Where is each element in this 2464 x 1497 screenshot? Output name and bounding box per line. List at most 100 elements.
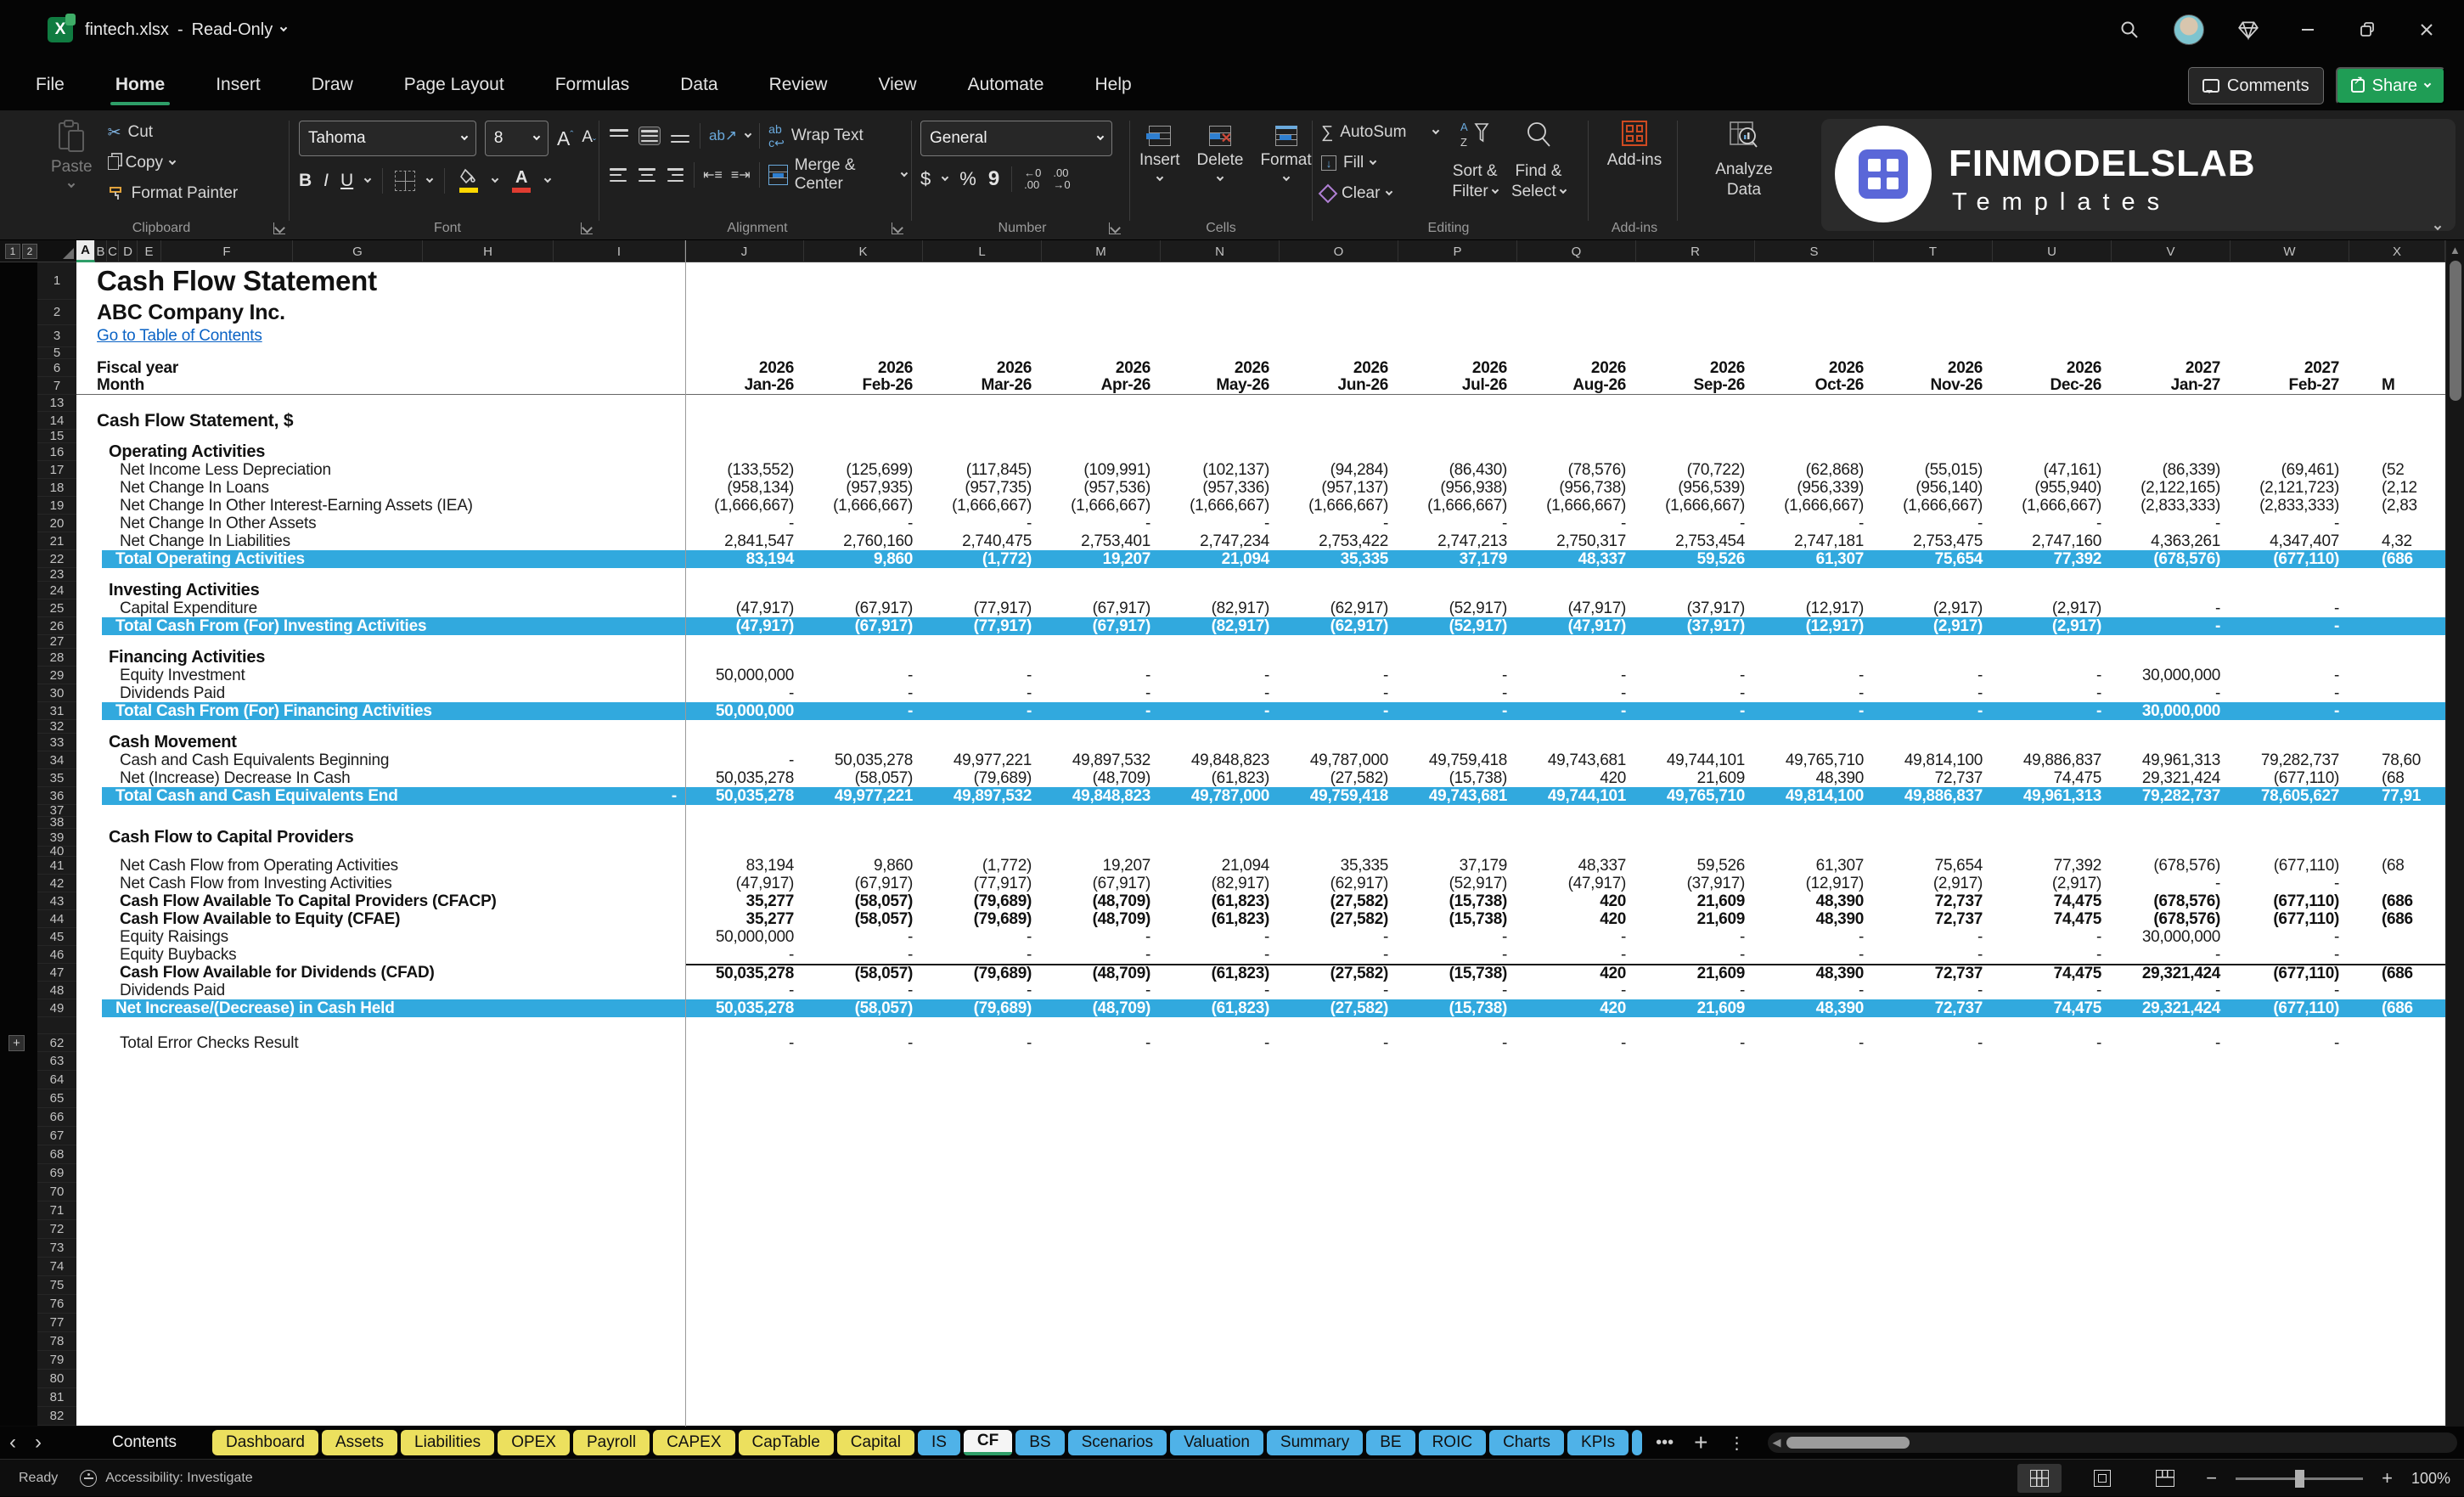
cell[interactable]: 420 — [1517, 910, 1636, 928]
cell[interactable]: (58,057) — [804, 769, 923, 787]
cell[interactable]: (15,738) — [1398, 965, 1517, 982]
row-header[interactable]: 17 — [37, 461, 76, 479]
cell[interactable]: (47,917) — [685, 875, 804, 892]
cell[interactable]: - — [923, 667, 1042, 684]
cell[interactable]: (61,823) — [1161, 999, 1280, 1017]
cell[interactable]: - — [1874, 702, 1993, 720]
cell[interactable] — [2349, 684, 2445, 702]
cell[interactable]: (102,137) — [1161, 461, 1280, 479]
cell[interactable]: (82,917) — [1161, 599, 1280, 617]
cell[interactable]: - — [685, 751, 804, 769]
align-middle-icon[interactable] — [639, 127, 661, 145]
row-label[interactable]: Go to Table of Contents — [76, 325, 685, 347]
cell[interactable]: (37,917) — [1636, 875, 1755, 892]
cell[interactable]: - — [1280, 702, 1398, 720]
row-header[interactable]: 34 — [37, 751, 76, 769]
sheet-tab-charts[interactable]: Charts — [1489, 1430, 1564, 1455]
horizontal-scrollbar[interactable]: ◀ — [1768, 1432, 2457, 1453]
ribbon-tab-data[interactable]: Data — [678, 71, 719, 98]
sheet-tab-cf[interactable]: CF — [964, 1430, 1012, 1455]
cell[interactable]: (677,110) — [2231, 769, 2349, 787]
cell[interactable]: (58,057) — [804, 965, 923, 982]
cell[interactable]: 420 — [1517, 965, 1636, 982]
row-header[interactable]: 63 — [37, 1052, 76, 1071]
cell[interactable]: 48,390 — [1755, 910, 1874, 928]
cell[interactable]: 48,390 — [1755, 769, 1874, 787]
row-header[interactable]: 18 — [37, 479, 76, 497]
cell[interactable]: 50,035,278 — [804, 751, 923, 769]
cell[interactable]: - — [923, 515, 1042, 532]
ribbon-tab-home[interactable]: Home — [114, 71, 166, 98]
cell[interactable]: 49,886,837 — [1874, 787, 1993, 805]
sheet-tab-bs[interactable]: BS — [1015, 1430, 1064, 1455]
column-header-F[interactable]: F — [161, 240, 293, 262]
cell[interactable]: - — [1517, 702, 1636, 720]
cell[interactable]: - — [1398, 928, 1517, 946]
cell[interactable]: (52,917) — [1398, 599, 1517, 617]
cell[interactable]: 2,740,475 — [923, 532, 1042, 550]
scroll-up-icon[interactable]: ▲ — [2450, 244, 2461, 256]
cell[interactable]: (12,917) — [1755, 599, 1874, 617]
column-header-V[interactable]: V — [2112, 240, 2231, 262]
row-label[interactable]: Cash Flow Statement — [76, 262, 685, 300]
cell[interactable]: 30,000,000 — [2112, 702, 2231, 720]
cell[interactable]: (2,917) — [1993, 617, 2112, 635]
row-header[interactable]: 1 — [37, 262, 76, 300]
cell[interactable]: M — [2349, 377, 2445, 394]
cell[interactable]: - — [1280, 928, 1398, 946]
cell[interactable]: 49,886,837 — [1993, 751, 2112, 769]
cell[interactable]: - — [1280, 667, 1398, 684]
cell[interactable]: - — [1636, 1034, 1755, 1052]
row-header[interactable]: 46 — [37, 946, 76, 964]
row-header[interactable]: 24 — [37, 582, 76, 599]
cell[interactable]: 74,475 — [1993, 965, 2112, 982]
cell[interactable]: 21,094 — [1161, 550, 1280, 568]
row-header[interactable]: 31 — [37, 702, 76, 720]
cell[interactable]: (94,284) — [1280, 461, 1398, 479]
row-header[interactable]: 68 — [37, 1145, 76, 1164]
cell[interactable]: 21,609 — [1636, 892, 1755, 910]
sheet-tab-capex[interactable]: CAPEX — [653, 1430, 734, 1455]
number-format-select[interactable]: General — [920, 121, 1112, 156]
row-label[interactable]: ABC Company Inc. — [76, 300, 685, 325]
cell[interactable]: (2,83 — [2349, 497, 2445, 515]
cell[interactable]: - — [1755, 1034, 1874, 1052]
cell[interactable]: - — [2231, 982, 2349, 999]
cell[interactable]: 49,814,100 — [1755, 787, 1874, 805]
cell[interactable]: (61,823) — [1161, 892, 1280, 910]
row-header[interactable]: 22 — [37, 550, 76, 568]
cell[interactable]: Aug-26 — [1517, 377, 1636, 394]
cell[interactable] — [2349, 875, 2445, 892]
cell[interactable]: (68 — [2349, 769, 2445, 787]
cell[interactable]: (956,339) — [1755, 479, 1874, 497]
row-header[interactable]: 19 — [37, 497, 76, 515]
cell[interactable]: - — [1636, 515, 1755, 532]
decrease-font-icon[interactable]: Aˇ — [582, 128, 596, 149]
cell[interactable]: (48,709) — [1042, 965, 1161, 982]
sheet-tab-summary[interactable]: Summary — [1267, 1430, 1363, 1455]
cell[interactable]: 2,753,475 — [1874, 532, 1993, 550]
cell[interactable]: 49,744,101 — [1636, 751, 1755, 769]
cut-button[interactable]: ✂Cut — [108, 117, 239, 148]
cell[interactable]: 49,961,313 — [1993, 787, 2112, 805]
cell[interactable]: (677,110) — [2231, 910, 2349, 928]
cell[interactable]: - — [1161, 946, 1280, 964]
row-header[interactable]: 49 — [37, 999, 76, 1017]
cell[interactable]: - — [1161, 684, 1280, 702]
cell[interactable]: (27,582) — [1280, 892, 1398, 910]
row-label[interactable]: Cash Flow Statement, $ — [76, 412, 685, 430]
cell[interactable]: 74,475 — [1993, 999, 2112, 1017]
row-label[interactable]: Financing Activities — [76, 649, 685, 667]
cell[interactable]: - — [1161, 515, 1280, 532]
cell[interactable]: Sep-26 — [1636, 377, 1755, 394]
outline-level-1-button[interactable]: 1 — [5, 244, 20, 259]
cell[interactable]: - — [1755, 946, 1874, 964]
ribbon-tab-review[interactable]: Review — [768, 71, 830, 98]
row-header[interactable]: 43 — [37, 892, 76, 910]
cell[interactable]: 50,035,278 — [685, 769, 804, 787]
sheet-tab-dashboard[interactable]: Dashboard — [212, 1430, 318, 1455]
cell[interactable]: 30,000,000 — [2112, 667, 2231, 684]
clear-button[interactable]: Clear — [1321, 178, 1438, 209]
cell[interactable]: (47,917) — [1517, 599, 1636, 617]
cell[interactable]: (67,917) — [804, 617, 923, 635]
